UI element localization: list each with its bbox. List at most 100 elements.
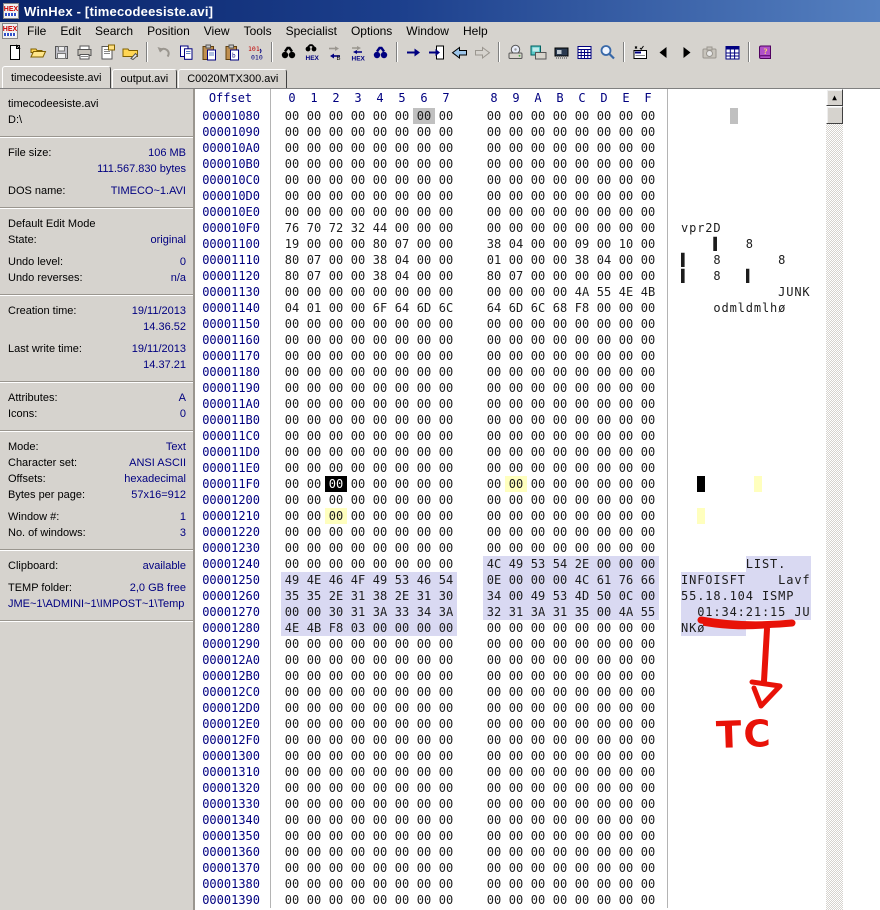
byte-cell[interactable]: 6C <box>527 300 549 316</box>
byte-cell[interactable]: 00 <box>527 492 549 508</box>
byte-cell[interactable]: 00 <box>593 428 615 444</box>
ascii-char[interactable] <box>730 860 738 876</box>
byte-cell[interactable]: 00 <box>483 812 505 828</box>
byte-cell[interactable]: 00 <box>391 284 413 300</box>
ascii-char[interactable] <box>746 796 754 812</box>
byte-cell[interactable]: 07 <box>505 268 527 284</box>
ascii-char[interactable] <box>729 620 738 636</box>
ascii-char[interactable]: F <box>697 572 706 588</box>
byte-cell[interactable]: 00 <box>571 172 593 188</box>
byte-cell[interactable]: 00 <box>413 380 435 396</box>
ascii-char[interactable] <box>689 108 697 124</box>
ascii-char[interactable] <box>721 124 729 140</box>
byte-cell[interactable]: 00 <box>347 492 369 508</box>
byte-cell[interactable]: 00 <box>369 780 391 796</box>
byte-cell[interactable]: 00 <box>593 700 615 716</box>
info-value[interactable]: 19/11/2013 <box>132 303 186 319</box>
byte-cell[interactable]: 00 <box>325 428 347 444</box>
ascii-char[interactable] <box>754 140 762 156</box>
byte-cell[interactable]: 00 <box>303 540 325 556</box>
ascii-char[interactable] <box>746 684 754 700</box>
byte-cell[interactable]: 00 <box>369 668 391 684</box>
byte-cell[interactable]: 00 <box>637 748 659 764</box>
byte-cell[interactable]: 00 <box>505 252 527 268</box>
byte-cell[interactable]: 00 <box>325 524 347 540</box>
ascii-char[interactable] <box>770 812 778 828</box>
byte-cell[interactable]: 00 <box>303 556 325 572</box>
ascii-char[interactable] <box>778 220 786 236</box>
ascii-char[interactable] <box>721 492 729 508</box>
byte-cell[interactable]: 00 <box>571 156 593 172</box>
ascii-char[interactable] <box>802 108 810 124</box>
ascii-char[interactable] <box>713 140 721 156</box>
byte-cell[interactable]: 00 <box>391 828 413 844</box>
ascii-char[interactable] <box>762 140 770 156</box>
ascii-char[interactable] <box>705 876 713 892</box>
byte-cell[interactable]: 00 <box>303 204 325 220</box>
byte-cell[interactable]: 00 <box>281 604 303 620</box>
ascii-char[interactable] <box>730 700 738 716</box>
ascii-char[interactable] <box>713 380 721 396</box>
ascii-char[interactable] <box>697 556 705 572</box>
byte-cell[interactable]: 00 <box>369 732 391 748</box>
ascii-char[interactable] <box>730 732 738 748</box>
ascii-char[interactable] <box>721 684 729 700</box>
ascii-char[interactable] <box>721 396 729 412</box>
ascii-char[interactable] <box>754 620 762 636</box>
ascii-char[interactable] <box>697 892 705 908</box>
ascii-char[interactable] <box>778 268 786 284</box>
ascii-char[interactable] <box>770 108 778 124</box>
byte-cell[interactable]: 00 <box>593 460 615 476</box>
ascii-char[interactable] <box>697 684 705 700</box>
ascii-char[interactable] <box>705 764 713 780</box>
ascii-char[interactable] <box>738 108 746 124</box>
byte-cell[interactable]: 00 <box>637 300 659 316</box>
byte-cell[interactable]: 00 <box>615 892 637 908</box>
byte-cell[interactable]: 55 <box>637 604 659 620</box>
byte-cell[interactable]: 00 <box>413 428 435 444</box>
byte-cell[interactable]: 00 <box>549 252 571 268</box>
ascii-char[interactable] <box>754 524 762 540</box>
byte-cell[interactable]: 00 <box>593 124 615 140</box>
byte-cell[interactable]: 00 <box>281 636 303 652</box>
byte-cell[interactable]: 00 <box>527 108 549 124</box>
ascii-char[interactable] <box>786 188 794 204</box>
byte-cell[interactable]: 00 <box>391 380 413 396</box>
byte-cell[interactable]: 00 <box>483 860 505 876</box>
byte-cell[interactable]: 00 <box>637 332 659 348</box>
ascii-char[interactable] <box>713 876 721 892</box>
ascii-char[interactable] <box>778 732 786 748</box>
ascii-char[interactable] <box>762 812 770 828</box>
byte-cell[interactable]: 00 <box>527 428 549 444</box>
ascii-char[interactable]: I <box>713 572 722 588</box>
ascii-char[interactable] <box>689 700 697 716</box>
ascii-char[interactable] <box>794 748 802 764</box>
byte-cell[interactable]: 00 <box>325 124 347 140</box>
options-check-button[interactable] <box>629 41 652 63</box>
ascii-char[interactable] <box>770 172 778 188</box>
byte-cell[interactable]: 00 <box>347 172 369 188</box>
byte-cell[interactable]: 00 <box>615 540 637 556</box>
byte-cell[interactable]: 00 <box>505 316 527 332</box>
byte-cell[interactable]: 00 <box>435 716 457 732</box>
ascii-char[interactable] <box>689 444 697 460</box>
ascii-char[interactable] <box>802 892 810 908</box>
byte-cell[interactable]: 00 <box>347 796 369 812</box>
ascii-char[interactable] <box>705 844 713 860</box>
ascii-char[interactable] <box>730 156 738 172</box>
byte-cell[interactable]: 00 <box>527 652 549 668</box>
byte-cell[interactable]: 34 <box>413 604 435 620</box>
byte-cell[interactable]: 00 <box>281 364 303 380</box>
ascii-char[interactable] <box>746 620 754 636</box>
magnifier-button[interactable] <box>596 41 619 63</box>
ascii-char[interactable] <box>705 700 713 716</box>
ascii-char[interactable]: 0 <box>737 588 746 604</box>
byte-cell[interactable]: 00 <box>593 364 615 380</box>
ascii-char[interactable] <box>754 204 762 220</box>
ascii-char[interactable] <box>794 124 802 140</box>
byte-cell[interactable]: 00 <box>527 172 549 188</box>
ascii-char[interactable] <box>746 220 754 236</box>
ascii-char[interactable] <box>762 684 770 700</box>
byte-cell[interactable]: 31 <box>505 604 527 620</box>
byte-cell[interactable]: 00 <box>571 652 593 668</box>
